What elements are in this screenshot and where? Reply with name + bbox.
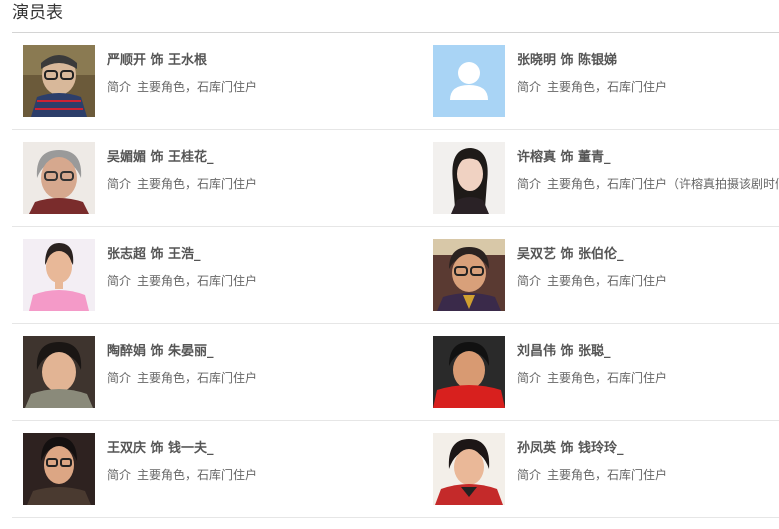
actor-intro: 简介 主要角色，石库门住户 (517, 369, 667, 387)
intro-label: 简介 (517, 371, 542, 385)
actor-intro: 简介 主要角色，石库门住户 (107, 369, 257, 387)
intro-label: 简介 (517, 274, 542, 288)
actor-role-link[interactable]: 孙凤英 饰 钱玲玲_ (517, 439, 667, 459)
intro-label: 简介 (107, 274, 132, 288)
intro-text: 主要角色，石库门住户 (547, 371, 668, 385)
cast-row: 吴媚媚 饰 王桂花_ 简介 主要角色，石库门住户 许榕真 饰 董青_ 简介 主要角色… (12, 130, 779, 227)
actor-intro: 简介 主要角色，石库门住户 (107, 78, 257, 96)
actor-photo[interactable] (433, 45, 505, 117)
cast-card: 张晓明 饰 陈银娣 简介 主要角色，石库门住户 (433, 45, 779, 117)
actor-photo[interactable] (433, 433, 505, 505)
actor-role-link[interactable]: 许榕真 饰 董青_ (517, 148, 779, 168)
intro-text: 主要角色，石库门住户 (137, 371, 258, 385)
actor-role-link[interactable]: 张志超 饰 王浩_ (107, 245, 257, 265)
actor-role-link[interactable]: 刘昌伟 饰 张聪_ (517, 342, 667, 362)
intro-label: 简介 (107, 177, 132, 191)
cast-card: 孙凤英 饰 钱玲玲_ 简介 主要角色，石库门住户 (433, 433, 779, 505)
actor-intro: 简介 主要角色，石库门住户 (107, 466, 257, 484)
actor-photo[interactable] (23, 239, 95, 311)
intro-text: 主要角色，石库门住户 (547, 80, 668, 94)
actor-intro: 简介 主要角色，石库门住户 (517, 78, 667, 96)
actor-intro: 简介 主要角色，石库门住户 (517, 466, 667, 484)
cast-card: 许榕真 饰 董青_ 简介 主要角色，石库门住户（许榕真拍摄该剧时们 (433, 142, 779, 214)
intro-label: 简介 (107, 468, 132, 482)
actor-role-link[interactable]: 陶醉娟 饰 朱晏丽_ (107, 342, 257, 362)
cast-card: 吴双艺 饰 张伯伦_ 简介 主要角色，石库门住户 (433, 239, 779, 311)
cast-row: 陶醉娟 饰 朱晏丽_ 简介 主要角色，石库门住户 刘昌伟 饰 张聪_ 简介 主要角色… (12, 324, 779, 421)
actor-photo[interactable] (23, 433, 95, 505)
cast-card: 张志超 饰 王浩_ 简介 主要角色，石库门住户 (23, 239, 418, 311)
section-title: 演员表 (12, 3, 63, 23)
cast-grid: 严顺开 饰 王水根 简介 主要角色，石库门住户 张晓明 饰 陈银娣 简介 主要角色，… (12, 33, 779, 518)
intro-label: 简介 (517, 468, 542, 482)
actor-role-link[interactable]: 王双庆 饰 钱一夫_ (107, 439, 257, 459)
intro-text: 主要角色，石库门住户 (137, 80, 258, 94)
intro-text: 主要角色，石库门住户（许榕真拍摄该剧时们 (547, 177, 779, 191)
intro-label: 简介 (517, 177, 542, 191)
cast-row: 严顺开 饰 王水根 简介 主要角色，石库门住户 张晓明 饰 陈银娣 简介 主要角色，… (12, 33, 779, 130)
intro-text: 主要角色，石库门住户 (547, 274, 668, 288)
actor-photo[interactable] (23, 142, 95, 214)
intro-text: 主要角色，石库门住户 (137, 177, 258, 191)
intro-label: 简介 (107, 371, 132, 385)
default-avatar-icon (433, 45, 505, 117)
cast-card: 严顺开 饰 王水根 简介 主要角色，石库门住户 (23, 45, 418, 117)
actor-intro: 简介 主要角色，石库门住户 (107, 175, 257, 193)
actor-role-link[interactable]: 严顺开 饰 王水根 (107, 51, 257, 71)
intro-text: 主要角色，石库门住户 (137, 468, 258, 482)
actor-intro: 简介 主要角色，石库门住户（许榕真拍摄该剧时们 (517, 175, 779, 193)
cast-card: 吴媚媚 饰 王桂花_ 简介 主要角色，石库门住户 (23, 142, 418, 214)
intro-label: 简介 (517, 80, 542, 94)
actor-photo[interactable] (433, 239, 505, 311)
intro-text: 主要角色，石库门住户 (137, 274, 258, 288)
actor-intro: 简介 主要角色，石库门住户 (517, 272, 667, 290)
intro-label: 简介 (107, 80, 132, 94)
actor-photo[interactable] (23, 45, 95, 117)
actor-role-link[interactable]: 吴媚媚 饰 王桂花_ (107, 148, 257, 168)
cast-card: 刘昌伟 饰 张聪_ 简介 主要角色，石库门住户 (433, 336, 779, 408)
actor-photo[interactable] (23, 336, 95, 408)
cast-card: 陶醉娟 饰 朱晏丽_ 简介 主要角色，石库门住户 (23, 336, 418, 408)
cast-row: 王双庆 饰 钱一夫_ 简介 主要角色，石库门住户 孙凤英 饰 钱玲玲_ 简介 主要角… (12, 421, 779, 518)
actor-role-link[interactable]: 吴双艺 饰 张伯伦_ (517, 245, 667, 265)
actor-photo[interactable] (433, 142, 505, 214)
cast-row: 张志超 饰 王浩_ 简介 主要角色，石库门住户 吴双艺 饰 张伯伦_ 简介 主要… (12, 227, 779, 324)
cast-card: 王双庆 饰 钱一夫_ 简介 主要角色，石库门住户 (23, 433, 418, 505)
actor-photo[interactable] (433, 336, 505, 408)
actor-role-link[interactable]: 张晓明 饰 陈银娣 (517, 51, 667, 71)
actor-intro: 简介 主要角色，石库门住户 (107, 272, 257, 290)
intro-text: 主要角色，石库门住户 (547, 468, 668, 482)
